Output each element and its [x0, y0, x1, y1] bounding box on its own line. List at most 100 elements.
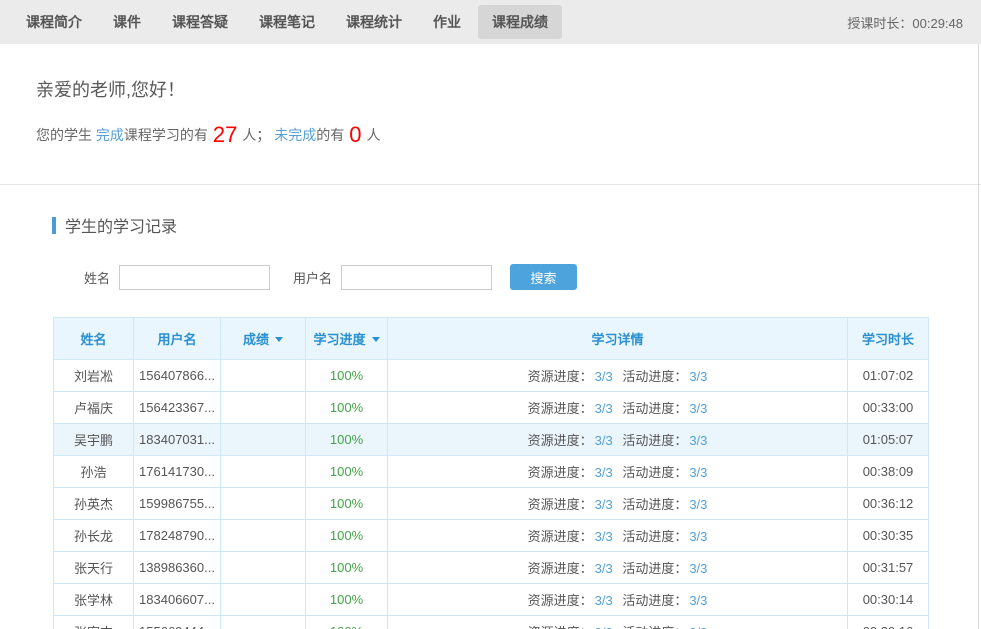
- cell-name: 张学林: [54, 584, 134, 616]
- teaching-duration: 授课时长：00:29:48: [847, 13, 969, 32]
- cell-name: 刘岩凇: [54, 360, 134, 392]
- header-progress[interactable]: 学习进度: [306, 318, 388, 360]
- cell-name: 吴宇鹏: [54, 424, 134, 456]
- activity-progress-link[interactable]: 3/3: [689, 465, 707, 480]
- completed-count: 27: [213, 122, 237, 147]
- summary-suffix: 人: [367, 127, 381, 143]
- activity-progress-label: 活动进度：: [622, 561, 687, 576]
- tab-course-stats[interactable]: 课程统计: [332, 5, 416, 39]
- greeting-title: 亲爱的老师,您好！: [36, 76, 981, 102]
- activity-progress-link[interactable]: 3/3: [689, 369, 707, 384]
- activity-progress-link[interactable]: 3/3: [689, 497, 707, 512]
- resource-progress-link[interactable]: 3/3: [595, 593, 613, 608]
- cell-score: [221, 360, 306, 392]
- summary-prefix: 您的学生: [36, 127, 92, 143]
- tab-course-intro[interactable]: 课程简介: [12, 5, 96, 39]
- activity-progress-link[interactable]: 3/3: [689, 593, 707, 608]
- uncompleted-link[interactable]: 未完成: [274, 127, 316, 143]
- header-username: 用户名: [134, 318, 221, 360]
- resource-progress-link[interactable]: 3/3: [595, 529, 613, 544]
- activity-progress-label: 活动进度：: [622, 369, 687, 384]
- cell-detail: 资源进度：3/3 活动进度：3/3: [388, 360, 848, 392]
- resource-progress-label: 资源进度：: [528, 593, 593, 608]
- cell-progress: 100%: [306, 424, 388, 456]
- resource-progress-label: 资源进度：: [528, 401, 593, 416]
- cell-username: 183407031...: [134, 424, 221, 456]
- cell-duration: 01:05:07: [848, 424, 929, 456]
- cell-progress: 100%: [306, 616, 388, 629]
- cell-username: 159986755...: [134, 488, 221, 520]
- cell-duration: 00:30:35: [848, 520, 929, 552]
- resource-progress-link[interactable]: 3/3: [595, 369, 613, 384]
- username-input[interactable]: [341, 265, 492, 290]
- resource-progress-label: 资源进度：: [528, 625, 593, 629]
- resource-progress-link[interactable]: 3/3: [595, 465, 613, 480]
- cell-name: 卢福庆: [54, 392, 134, 424]
- activity-progress-link[interactable]: 3/3: [689, 529, 707, 544]
- cell-score: [221, 392, 306, 424]
- resource-progress-link[interactable]: 3/3: [595, 433, 613, 448]
- resource-progress-label: 资源进度：: [528, 465, 593, 480]
- cell-duration: 00:36:12: [848, 488, 929, 520]
- cell-detail: 资源进度：3/3 活动进度：3/3: [388, 584, 848, 616]
- resource-progress-label: 资源进度：: [528, 369, 593, 384]
- activity-progress-label: 活动进度：: [622, 433, 687, 448]
- section-title-text: 学生的学习记录: [65, 213, 177, 237]
- cell-username: 183406607...: [134, 584, 221, 616]
- activity-progress-link[interactable]: 3/3: [689, 401, 707, 416]
- cell-detail: 资源进度：3/3 活动进度：3/3: [388, 488, 848, 520]
- search-button[interactable]: 搜索: [510, 264, 577, 290]
- cell-duration: 00:33:00: [848, 392, 929, 424]
- tab-homework[interactable]: 作业: [419, 5, 475, 39]
- page-right-edge: [978, 44, 979, 629]
- resource-progress-label: 资源进度：: [528, 561, 593, 576]
- resource-progress-link[interactable]: 3/3: [595, 561, 613, 576]
- sort-desc-icon[interactable]: [372, 337, 380, 342]
- header-score[interactable]: 成绩: [221, 318, 306, 360]
- table-row: 张天行 138986360... 100% 资源进度：3/3 活动进度：3/3 …: [54, 552, 929, 584]
- resource-progress-link[interactable]: 3/3: [595, 497, 613, 512]
- name-input[interactable]: [119, 265, 270, 290]
- resource-progress-link[interactable]: 3/3: [595, 625, 613, 629]
- cell-score: [221, 552, 306, 584]
- table-row: 孙英杰 159986755... 100% 资源进度：3/3 活动进度：3/3 …: [54, 488, 929, 520]
- activity-progress-link[interactable]: 3/3: [689, 625, 707, 629]
- cell-username: 138986360...: [134, 552, 221, 584]
- cell-progress: 100%: [306, 392, 388, 424]
- activity-progress-label: 活动进度：: [622, 497, 687, 512]
- activity-progress-link[interactable]: 3/3: [689, 561, 707, 576]
- activity-progress-label: 活动进度：: [622, 529, 687, 544]
- cell-score: [221, 424, 306, 456]
- tab-course-qa[interactable]: 课程答疑: [158, 5, 242, 39]
- tab-course-notes[interactable]: 课程笔记: [245, 5, 329, 39]
- cell-score: [221, 488, 306, 520]
- cell-name: 张宏杰: [54, 616, 134, 629]
- cell-name: 孙浩: [54, 456, 134, 488]
- resource-progress-label: 资源进度：: [528, 433, 593, 448]
- sort-desc-icon[interactable]: [275, 337, 283, 342]
- cell-progress: 100%: [306, 456, 388, 488]
- table-row: 孙浩 176141730... 100% 资源进度：3/3 活动进度：3/3 0…: [54, 456, 929, 488]
- cell-progress: 100%: [306, 584, 388, 616]
- section-title: 学生的学习记录: [52, 213, 981, 237]
- completion-summary: 您的学生 完成课程学习的有27人； 未完成的有0人: [36, 122, 981, 148]
- resource-progress-label: 资源进度：: [528, 497, 593, 512]
- table-row: 孙长龙 178248790... 100% 资源进度：3/3 活动进度：3/3 …: [54, 520, 929, 552]
- activity-progress-label: 活动进度：: [622, 593, 687, 608]
- tab-courseware[interactable]: 课件: [99, 5, 155, 39]
- header-name: 姓名: [54, 318, 134, 360]
- cell-score: [221, 520, 306, 552]
- cell-username: 155669444...: [134, 616, 221, 629]
- cell-score: [221, 584, 306, 616]
- cell-progress: 100%: [306, 520, 388, 552]
- tab-course-grades[interactable]: 课程成绩: [478, 5, 562, 39]
- cell-name: 孙长龙: [54, 520, 134, 552]
- cell-duration: 00:30:14: [848, 584, 929, 616]
- cell-duration: 00:31:57: [848, 552, 929, 584]
- completed-link[interactable]: 完成: [96, 127, 124, 143]
- teaching-duration-value: 00:29:48: [912, 16, 963, 31]
- name-label: 姓名: [84, 268, 110, 287]
- cell-score: [221, 456, 306, 488]
- resource-progress-link[interactable]: 3/3: [595, 401, 613, 416]
- activity-progress-link[interactable]: 3/3: [689, 433, 707, 448]
